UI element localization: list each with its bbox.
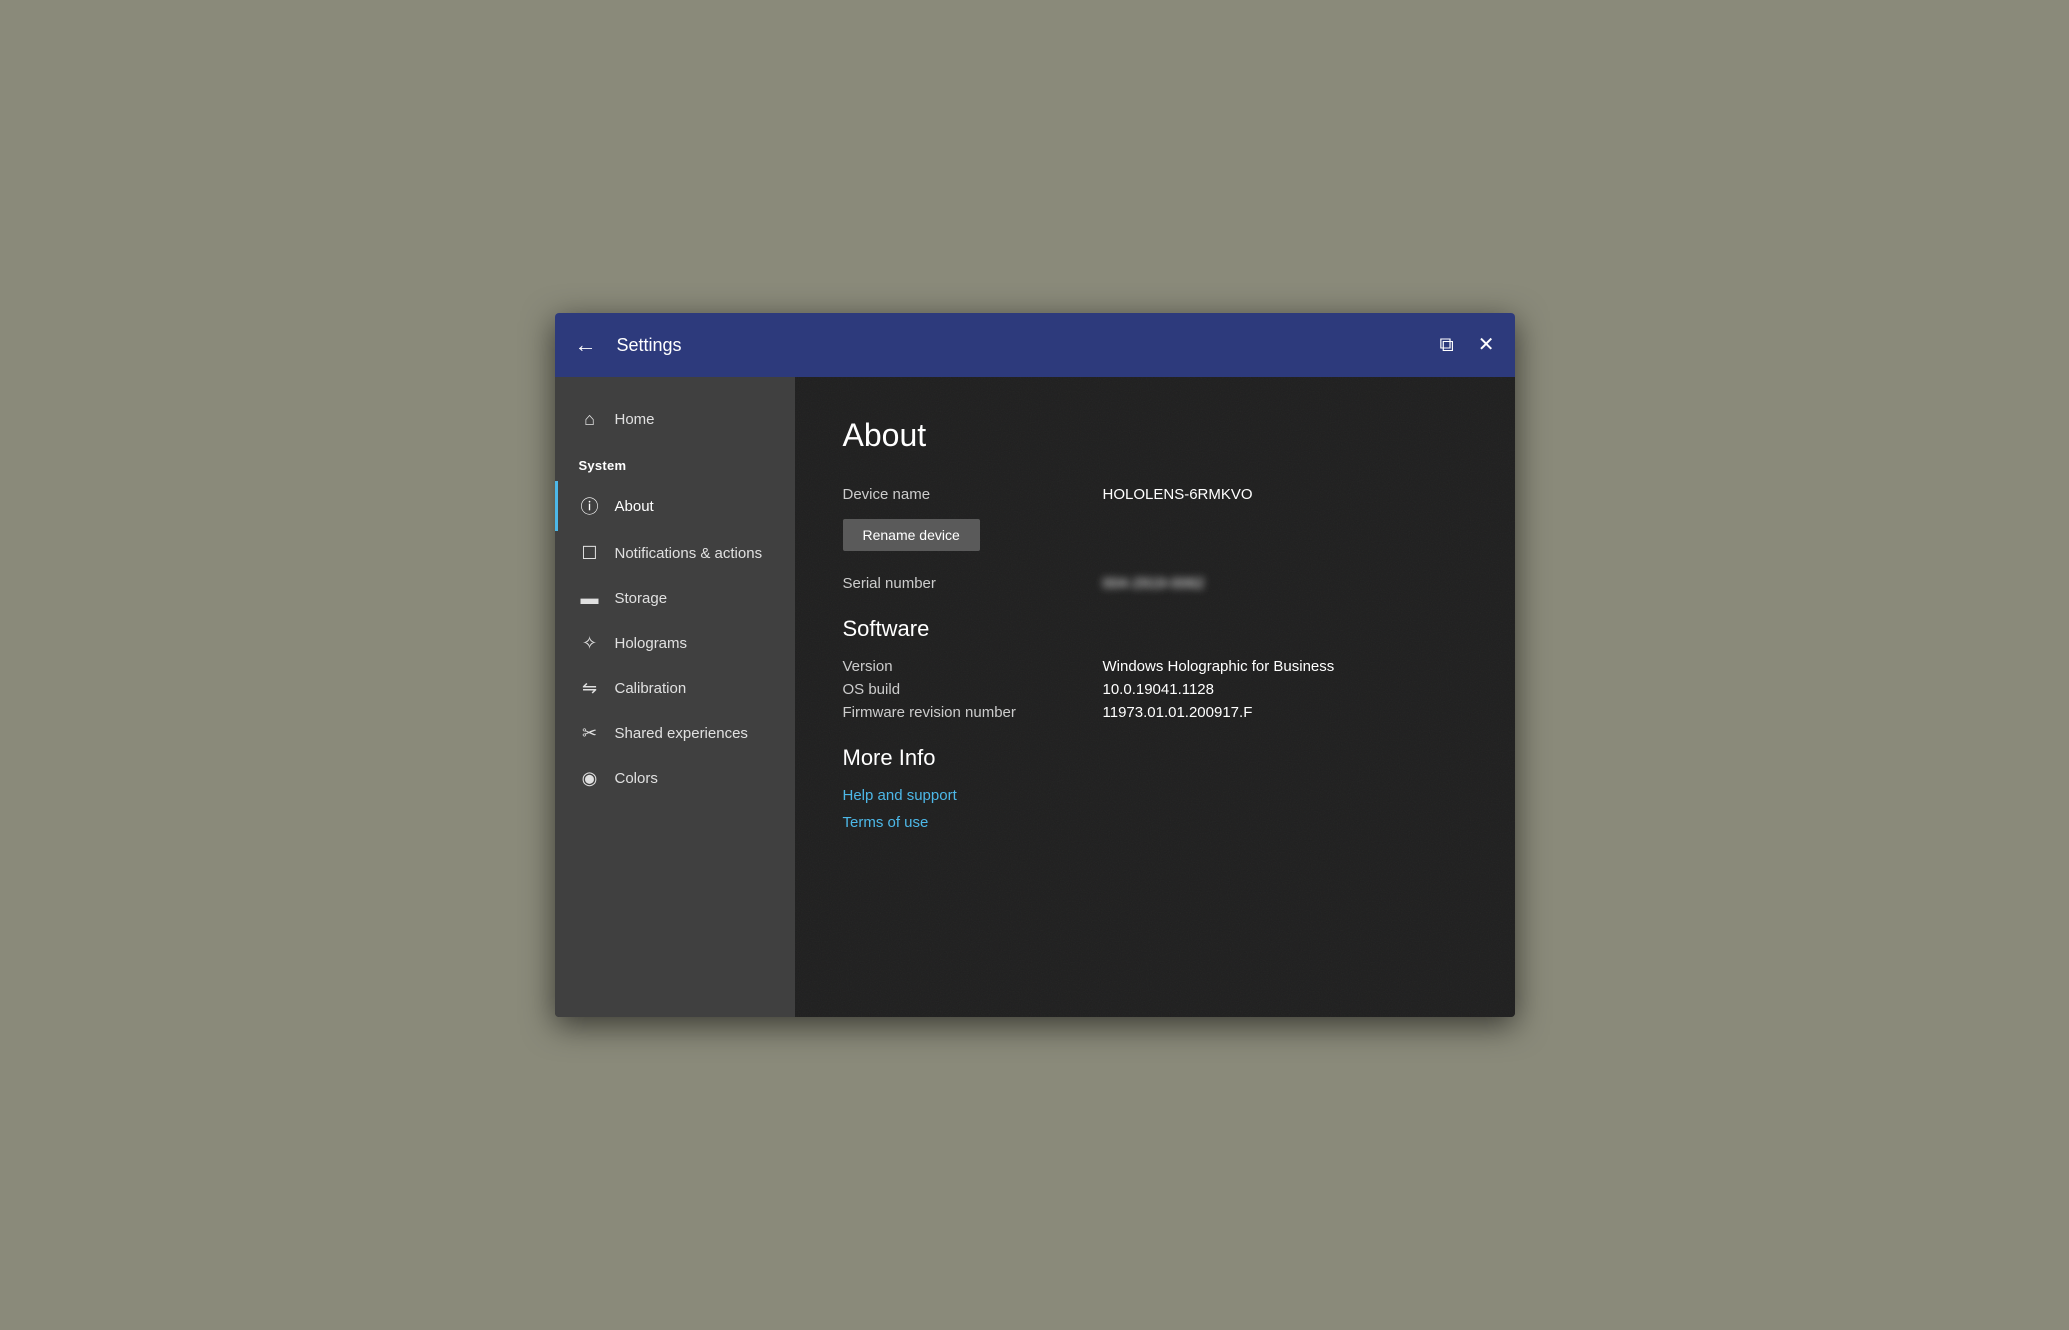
terms-of-use-link[interactable]: Terms of use: [843, 814, 1467, 831]
about-icon: ⓘ: [579, 493, 601, 519]
sidebar-home-label: Home: [615, 411, 655, 428]
serial-number-value: 004-2919-0062: [1103, 575, 1205, 592]
version-label: Version: [843, 658, 1103, 675]
sidebar: ⌂ Home System ⓘ About ☐ Notifications & …: [555, 377, 795, 1017]
settings-window: ← Settings ⧉ ✕ ⌂ Home System ⓘ About ☐: [555, 313, 1515, 1017]
sidebar-item-home[interactable]: ⌂ Home: [555, 397, 795, 442]
os-build-label: OS build: [843, 681, 1103, 698]
minimize-button[interactable]: ⧉: [1439, 335, 1453, 355]
window-title: Settings: [617, 335, 1440, 356]
sidebar-item-about[interactable]: ⓘ About: [555, 481, 795, 531]
os-build-row: OS build 10.0.19041.1128: [843, 681, 1467, 698]
firmware-row: Firmware revision number 11973.01.01.200…: [843, 704, 1467, 721]
firmware-label: Firmware revision number: [843, 704, 1103, 721]
more-info-heading: More Info: [843, 745, 1467, 771]
back-button[interactable]: ←: [575, 334, 597, 356]
colors-icon: ◉: [579, 768, 601, 789]
sidebar-item-notifications[interactable]: ☐ Notifications & actions: [555, 531, 795, 576]
sidebar-item-storage[interactable]: ▬ Storage: [555, 576, 795, 621]
sidebar-about-label: About: [615, 498, 654, 515]
sidebar-system-label: System: [555, 442, 795, 481]
calibration-icon: ⇋: [579, 678, 601, 699]
firmware-value: 11973.01.01.200917.F: [1103, 704, 1253, 721]
sidebar-item-holograms[interactable]: ✧ Holograms: [555, 621, 795, 666]
main-content: About Device name HOLOLENS-6RMKVO Rename…: [795, 377, 1515, 1017]
home-icon: ⌂: [579, 409, 601, 430]
sidebar-shared-label: Shared experiences: [615, 725, 748, 742]
titlebar: ← Settings ⧉ ✕: [555, 313, 1515, 377]
sidebar-item-colors[interactable]: ◉ Colors: [555, 756, 795, 801]
holograms-icon: ✧: [579, 633, 601, 654]
sidebar-calibration-label: Calibration: [615, 680, 687, 697]
device-name-label: Device name: [843, 486, 1103, 503]
close-button[interactable]: ✕: [1478, 335, 1495, 355]
os-build-value: 10.0.19041.1128: [1103, 681, 1215, 698]
device-name-value: HOLOLENS-6RMKVO: [1103, 486, 1253, 503]
version-row: Version Windows Holographic for Business: [843, 658, 1467, 675]
software-heading: Software: [843, 616, 1467, 642]
device-name-row: Device name HOLOLENS-6RMKVO: [843, 486, 1467, 503]
sidebar-item-calibration[interactable]: ⇋ Calibration: [555, 666, 795, 711]
storage-icon: ▬: [579, 588, 601, 609]
notifications-icon: ☐: [579, 543, 601, 564]
help-and-support-link[interactable]: Help and support: [843, 787, 1467, 804]
version-value: Windows Holographic for Business: [1103, 658, 1335, 675]
page-title: About: [843, 417, 1467, 454]
shared-icon: ✂: [579, 723, 601, 744]
sidebar-item-shared-experiences[interactable]: ✂ Shared experiences: [555, 711, 795, 756]
rename-device-button[interactable]: Rename device: [843, 519, 980, 551]
sidebar-notifications-label: Notifications & actions: [615, 545, 763, 562]
serial-number-label: Serial number: [843, 575, 1103, 592]
titlebar-controls: ⧉ ✕: [1439, 335, 1494, 355]
window-body: ⌂ Home System ⓘ About ☐ Notifications & …: [555, 377, 1515, 1017]
sidebar-storage-label: Storage: [615, 590, 668, 607]
sidebar-holograms-label: Holograms: [615, 635, 688, 652]
serial-number-row: Serial number 004-2919-0062: [843, 575, 1467, 592]
sidebar-colors-label: Colors: [615, 770, 658, 787]
